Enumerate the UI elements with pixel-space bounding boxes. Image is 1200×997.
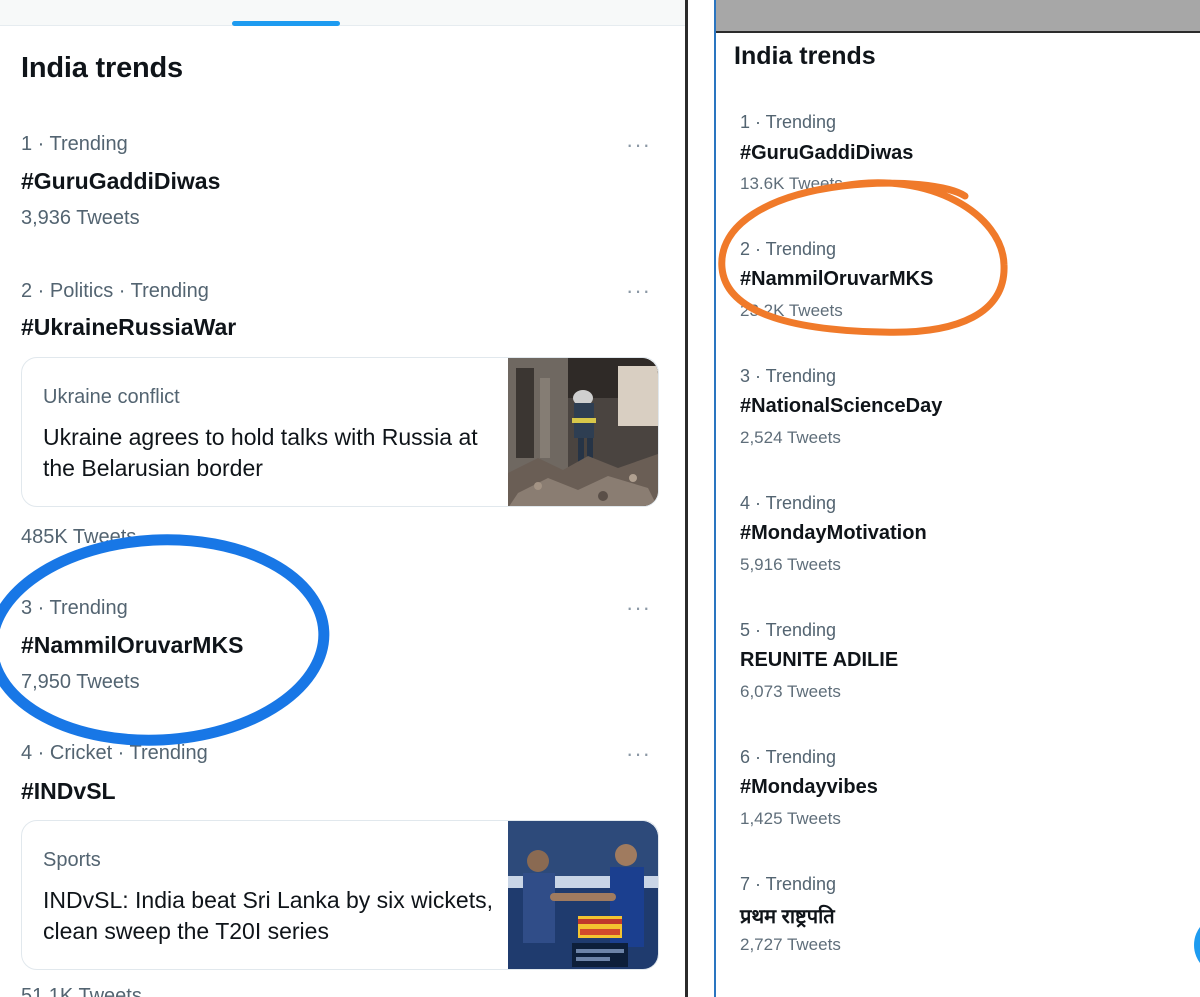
left-trends-panel: India trends 1 · Trending #GuruGaddiDiwa… — [0, 0, 688, 997]
trend-meta: 1 · Trending — [21, 133, 128, 155]
trend-name[interactable]: #NationalScienceDay — [740, 395, 942, 418]
panel-gap — [688, 0, 714, 997]
trend-tweet-count: 1,425 Tweets — [740, 809, 841, 828]
trend-name[interactable]: #GuruGaddiDiwas — [740, 142, 913, 165]
trend-name[interactable]: #UkraineRussiaWar — [21, 314, 236, 341]
news-thumbnail-image[interactable] — [508, 821, 658, 969]
trend-name[interactable]: REUNITE ADILIE — [740, 649, 898, 672]
right-trends-panel: India trends 1 · Trending #GuruGaddiDiwa… — [714, 0, 1200, 997]
trend-tweet-count: 3,936 Tweets — [21, 207, 140, 229]
right-top-bar — [716, 0, 1200, 33]
news-headline[interactable]: INDvSL: India beat Sri Lanka by six wick… — [43, 885, 493, 947]
firefighter-rubble-image — [508, 358, 658, 506]
trend-tweet-count: 5,916 Tweets — [740, 555, 841, 574]
trend-name[interactable]: #INDvSL — [21, 778, 116, 805]
trend-tweet-count: 51.1K Tweets — [21, 985, 142, 997]
right-page-title: India trends — [734, 42, 876, 70]
trend-tweet-count: 485K Tweets — [21, 526, 137, 548]
trend-name[interactable]: #MondayMotivation — [740, 522, 927, 545]
left-page-title: India trends — [21, 52, 183, 84]
news-thumbnail-image[interactable] — [508, 358, 658, 506]
trend-meta: 2 · Trending — [740, 239, 837, 259]
more-horizontal-icon[interactable]: ··· — [626, 280, 651, 302]
trend-meta: 7 · Trending — [740, 874, 837, 894]
trend-name[interactable]: #NammilOruvarMKS — [740, 268, 933, 291]
trend-name[interactable]: #GuruGaddiDiwas — [21, 168, 220, 195]
compose-fab-button[interactable] — [1194, 915, 1200, 975]
cricket-players-image — [508, 821, 658, 969]
active-tab-indicator — [232, 21, 340, 26]
trend-name[interactable]: #Mondayvibes — [740, 776, 878, 799]
left-tab-bar — [0, 0, 685, 26]
trend-tweet-count: 13.6K Tweets — [740, 174, 843, 193]
trend-meta: 2 · Politics · Trending — [21, 280, 209, 302]
trend-name[interactable]: #NammilOruvarMKS — [21, 632, 243, 659]
news-headline[interactable]: Ukraine agrees to hold talks with Russia… — [43, 422, 493, 484]
news-category: Sports — [43, 849, 101, 871]
trend-tweet-count: 6,073 Tweets — [740, 682, 841, 701]
news-card-ukraine[interactable]: Ukraine conflict Ukraine agrees to hold … — [21, 357, 659, 507]
trend-tweet-count: 2,524 Tweets — [740, 428, 841, 447]
news-category: Ukraine conflict — [43, 386, 180, 408]
trend-meta: 4 · Cricket · Trending — [21, 742, 208, 764]
trend-meta: 6 · Trending — [740, 747, 837, 767]
trend-meta: 3 · Trending — [740, 366, 837, 386]
trend-name[interactable]: प्रथम राष्ट्रपति — [740, 902, 835, 929]
trend-meta: 1 · Trending — [740, 112, 837, 132]
trend-tweet-count: 2,727 Tweets — [740, 935, 841, 954]
trend-meta: 3 · Trending — [21, 597, 128, 619]
news-card-sports[interactable]: Sports INDvSL: India beat Sri Lanka by s… — [21, 820, 659, 970]
more-horizontal-icon[interactable]: ··· — [626, 743, 651, 765]
trend-tweet-count: 23.2K Tweets — [740, 301, 843, 320]
more-horizontal-icon[interactable]: ··· — [626, 597, 651, 619]
trend-tweet-count: 7,950 Tweets — [21, 671, 140, 693]
more-horizontal-icon[interactable]: ··· — [626, 134, 651, 156]
trend-meta: 4 · Trending — [740, 493, 837, 513]
trend-meta: 5 · Trending — [740, 620, 837, 640]
